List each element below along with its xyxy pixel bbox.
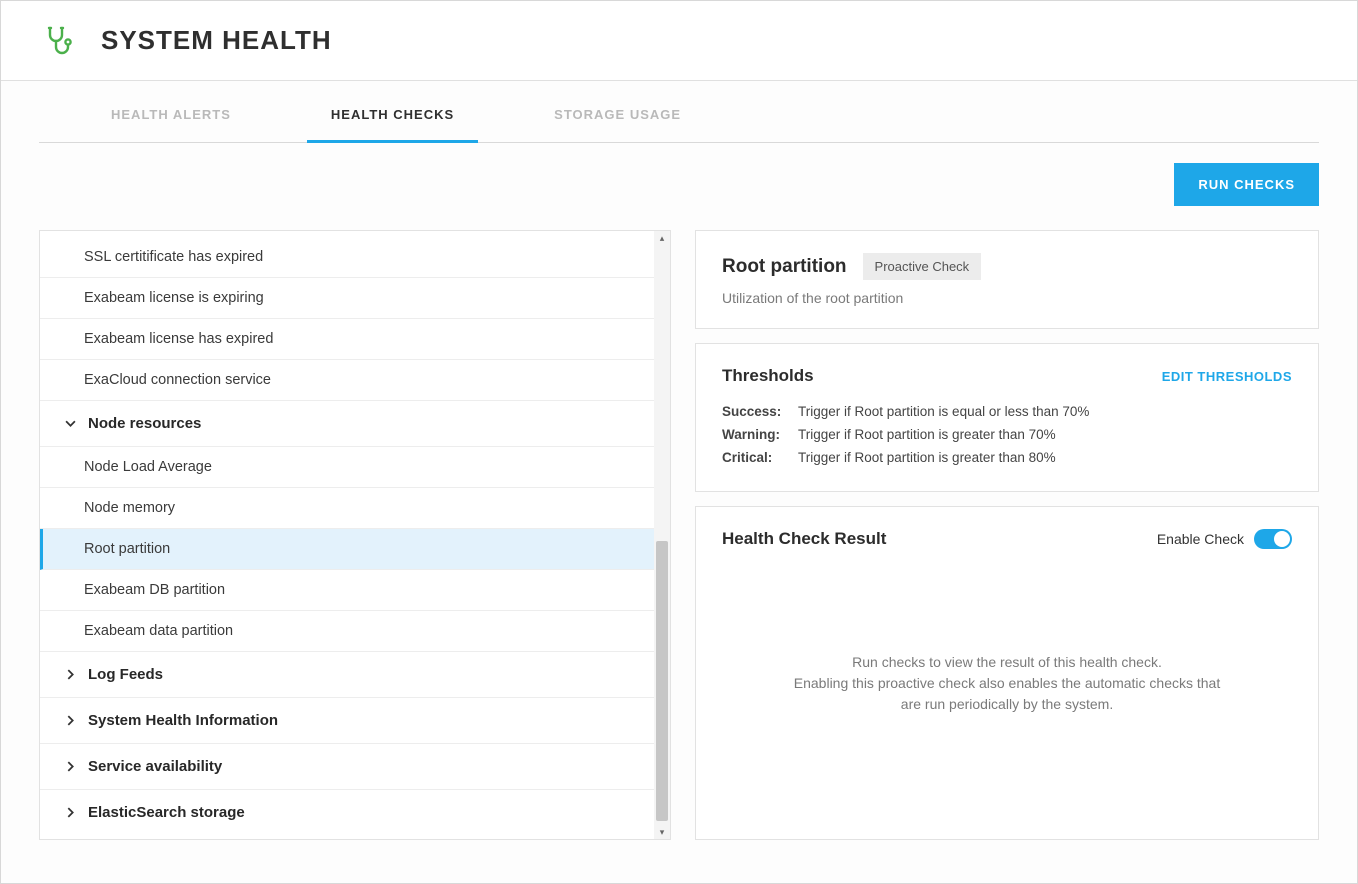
scroll-thumb[interactable] [656, 541, 668, 821]
stethoscope-icon [41, 24, 75, 58]
tree-group-label: System Health Information [88, 712, 278, 729]
detail-title: Root partition [722, 256, 847, 278]
threshold-row-warning: Warning: Trigger if Root partition is gr… [722, 423, 1292, 446]
scroll-down-icon[interactable]: ▾ [654, 825, 670, 839]
tree-leaf[interactable]: Exabeam data partition [40, 611, 654, 652]
actions-row: RUN CHECKS [39, 143, 1319, 230]
page-header: SYSTEM HEALTH [1, 1, 1357, 81]
thresholds-card: Thresholds EDIT THRESHOLDS Success: Trig… [695, 343, 1319, 492]
tree-group-label: Node resources [88, 415, 201, 432]
result-title: Health Check Result [722, 529, 886, 549]
tree-leaf-selected[interactable]: Root partition [40, 529, 654, 570]
chevron-right-icon [64, 761, 76, 772]
page-title: SYSTEM HEALTH [101, 25, 332, 56]
threshold-text: Trigger if Root partition is greater tha… [798, 427, 1056, 442]
tree-group-log-feeds[interactable]: Log Feeds [40, 652, 654, 698]
threshold-row-critical: Critical: Trigger if Root partition is g… [722, 446, 1292, 469]
scrollbar[interactable]: ▴ ▾ [654, 231, 670, 839]
tab-health-alerts[interactable]: HEALTH ALERTS [87, 107, 255, 142]
threshold-label: Success: [722, 404, 784, 419]
result-placeholder-line: Run checks to view the result of this he… [852, 652, 1162, 673]
scroll-up-icon[interactable]: ▴ [654, 231, 670, 245]
chevron-down-icon [64, 418, 76, 429]
tree-group-label: Service availability [88, 758, 222, 775]
tree-leaf[interactable]: Exabeam license has expired [40, 319, 654, 360]
proactive-check-badge: Proactive Check [863, 253, 982, 280]
checks-tree: SSL certitificate has expired Exabeam li… [40, 231, 654, 839]
result-placeholder-line: Enabling this proactive check also enabl… [782, 673, 1232, 715]
detail-subtitle: Utilization of the root partition [722, 290, 1292, 306]
tree-group-label: ElasticSearch storage [88, 804, 245, 821]
tab-storage-usage[interactable]: STORAGE USAGE [530, 107, 705, 142]
edit-thresholds-link[interactable]: EDIT THRESHOLDS [1162, 369, 1292, 384]
threshold-text: Trigger if Root partition is greater tha… [798, 450, 1056, 465]
tree-group-system-health-info[interactable]: System Health Information [40, 698, 654, 744]
enable-check-toggle[interactable] [1254, 529, 1292, 549]
tabs: HEALTH ALERTS HEALTH CHECKS STORAGE USAG… [39, 81, 1319, 143]
thresholds-title: Thresholds [722, 366, 814, 386]
run-checks-button[interactable]: RUN CHECKS [1174, 163, 1319, 206]
chevron-right-icon [64, 669, 76, 680]
tree-group-service-availability[interactable]: Service availability [40, 744, 654, 790]
tab-health-checks[interactable]: HEALTH CHECKS [307, 107, 478, 142]
tree-leaf[interactable]: Exabeam DB partition [40, 570, 654, 611]
tree-group-elasticsearch-storage[interactable]: ElasticSearch storage [40, 790, 654, 835]
threshold-row-success: Success: Trigger if Root partition is eq… [722, 400, 1292, 423]
tree-group-label: Log Feeds [88, 666, 163, 683]
threshold-text: Trigger if Root partition is equal or le… [798, 404, 1089, 419]
tree-leaf[interactable]: ExaCloud connection service [40, 360, 654, 401]
tree-leaf[interactable]: SSL certitificate has expired [40, 231, 654, 278]
tree-group-node-resources[interactable]: Node resources [40, 401, 654, 447]
detail-card: Root partition Proactive Check Utilizati… [695, 230, 1319, 329]
result-card: Health Check Result Enable Check Run che… [695, 506, 1319, 840]
threshold-label: Warning: [722, 427, 784, 442]
chevron-right-icon [64, 715, 76, 726]
threshold-label: Critical: [722, 450, 784, 465]
checks-tree-panel: SSL certitificate has expired Exabeam li… [39, 230, 671, 840]
enable-check-label: Enable Check [1157, 531, 1244, 547]
tree-leaf[interactable]: Node Load Average [40, 447, 654, 488]
tree-leaf[interactable]: Exabeam license is expiring [40, 278, 654, 319]
tree-leaf[interactable]: Node memory [40, 488, 654, 529]
result-placeholder: Run checks to view the result of this he… [722, 549, 1292, 817]
chevron-right-icon [64, 807, 76, 818]
